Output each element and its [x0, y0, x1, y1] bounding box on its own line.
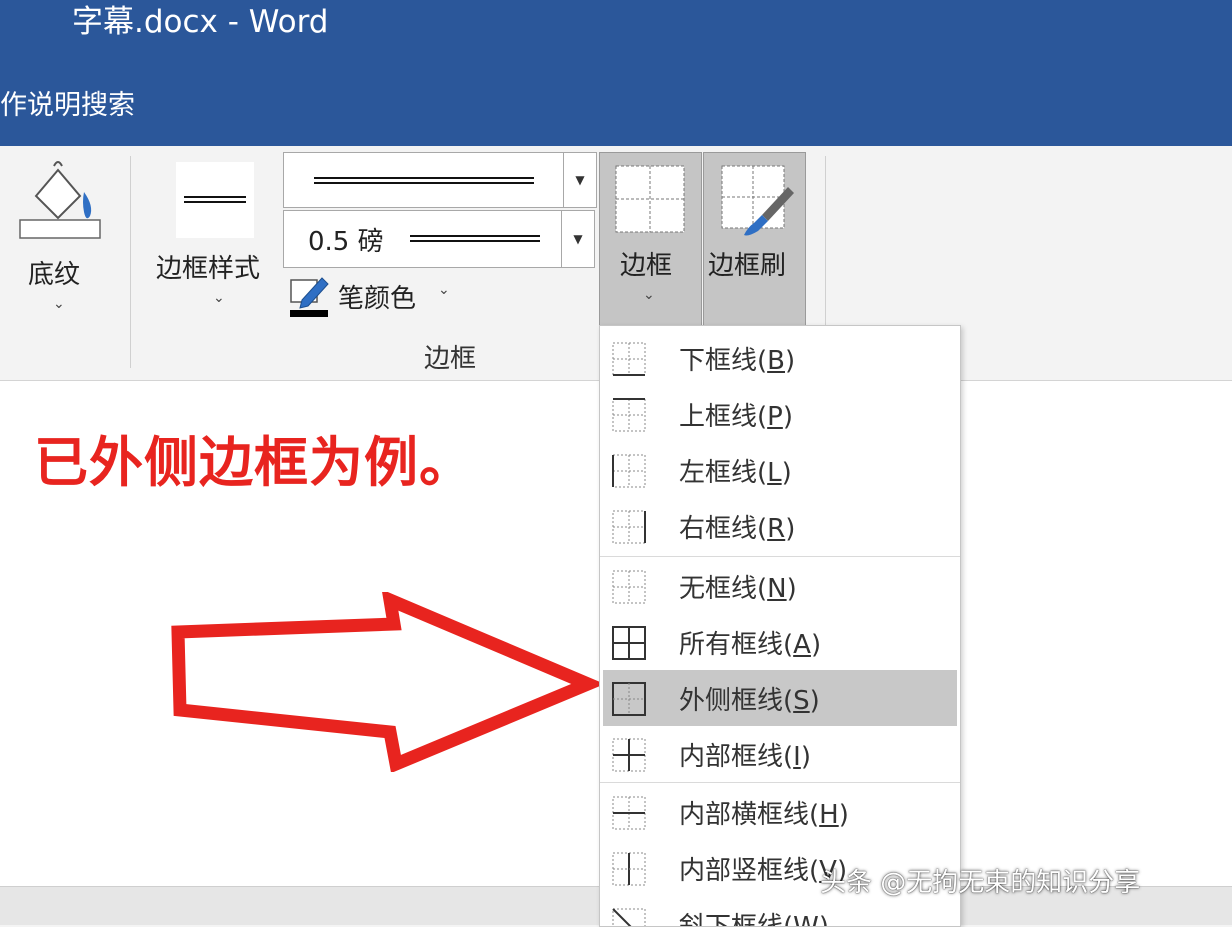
pen-color-button[interactable]: 笔颜色 ⌄ — [288, 274, 468, 320]
inside-vertical-border-icon — [612, 852, 646, 886]
menu-item-outside-borders[interactable]: 外侧框线(S) — [603, 670, 957, 726]
diagonal-down-border-icon — [612, 908, 646, 926]
borders-label: 边框 — [620, 251, 673, 281]
left-border-icon — [612, 454, 646, 488]
dropdown-arrow-icon[interactable]: ▼ — [563, 153, 596, 207]
ribbon-separator — [130, 156, 131, 368]
menu-item-label: 下框线(B) — [679, 346, 796, 376]
border-painter-label: 边框刷 — [708, 251, 787, 281]
menu-item-label: 右框线(R) — [679, 514, 796, 544]
pen-color-label: 笔颜色 — [338, 284, 417, 314]
inside-borders-icon — [612, 738, 646, 772]
border-styles-button[interactable]: 边框样式 ⌄ — [150, 158, 280, 318]
menu-item-bottom-border[interactable]: 下框线(B) — [600, 330, 960, 386]
top-border-icon — [612, 398, 646, 432]
menu-separator — [600, 782, 960, 783]
watermark: 头条 @无拘无束的知识分享 — [820, 868, 1141, 898]
borders-button[interactable]: 边框 ⌄ — [599, 152, 702, 326]
border-painter-icon — [721, 165, 794, 236]
group-label-borders: 边框 — [424, 344, 477, 374]
pen-icon — [290, 277, 329, 317]
menu-item-label: 外侧框线(S) — [679, 686, 820, 716]
menu-item-label: 上框线(P) — [679, 402, 793, 432]
menu-item-label: 无框线(N) — [679, 574, 797, 604]
shading-button[interactable]: 底纹 ⌄ — [14, 156, 106, 316]
menu-item-label: 内部横框线(H) — [679, 800, 849, 830]
menu-item-no-border[interactable]: 无框线(N) — [600, 558, 960, 614]
right-border-icon — [612, 510, 646, 544]
no-border-icon — [612, 570, 646, 604]
chevron-down-icon: ⌄ — [438, 282, 450, 298]
menu-item-top-border[interactable]: 上框线(P) — [600, 386, 960, 442]
tell-me-search[interactable]: 作说明搜索 — [0, 86, 135, 126]
border-style-preview — [176, 162, 254, 238]
menu-item-all-borders[interactable]: 所有框线(A) — [600, 614, 960, 670]
menu-separator — [600, 556, 960, 557]
dropdown-arrow-icon[interactable]: ▼ — [561, 211, 594, 267]
title-bar: 字幕.docx - Word 作说明搜索 — [0, 0, 1232, 146]
menu-item-diagonal-down-border[interactable]: 斜下框线(W) — [600, 896, 960, 926]
shading-label: 底纹 — [28, 260, 81, 290]
chevron-down-icon: ⌄ — [643, 287, 655, 303]
all-borders-icon — [612, 626, 646, 660]
border-styles-label: 边框样式 — [156, 254, 261, 284]
menu-item-inside-borders[interactable]: 内部框线(I) — [600, 726, 960, 782]
chevron-down-icon: ⌄ — [53, 296, 65, 312]
pen-weight-value: 0.5 磅 — [308, 227, 384, 257]
bottom-border-icon — [612, 342, 646, 376]
menu-item-label: 左框线(L) — [679, 458, 792, 488]
pen-style-line — [314, 177, 534, 184]
annotation-text: 已外侧边框为例。 — [34, 431, 474, 494]
borders-grid-icon — [615, 165, 685, 233]
menu-item-inside-horizontal-border[interactable]: 内部横框线(H) — [600, 784, 960, 840]
border-painter-button[interactable]: 边框刷 — [703, 152, 806, 326]
inside-horizontal-border-icon — [612, 796, 646, 830]
outside-borders-icon — [612, 682, 646, 716]
ribbon-separator — [825, 156, 826, 326]
menu-item-label: 内部框线(I) — [679, 742, 811, 772]
menu-item-left-border[interactable]: 左框线(L) — [600, 442, 960, 498]
paint-bucket-icon — [19, 161, 101, 239]
borders-dropdown-menu: 下框线(B) 上框线(P) 左框线(L) 右框线(R) 无框线(N) 所有框线(… — [599, 325, 961, 927]
chevron-down-icon: ⌄ — [213, 290, 225, 306]
menu-item-right-border[interactable]: 右框线(R) — [600, 498, 960, 554]
window-title: 字幕.docx - Word — [72, 4, 329, 40]
pen-weight-combo[interactable]: 0.5 磅 ▼ — [283, 210, 595, 268]
pen-style-combo[interactable]: ▼ — [283, 152, 597, 208]
pen-weight-line — [410, 235, 540, 242]
red-arrow-icon — [171, 592, 605, 772]
menu-item-label: 所有框线(A) — [679, 630, 822, 660]
